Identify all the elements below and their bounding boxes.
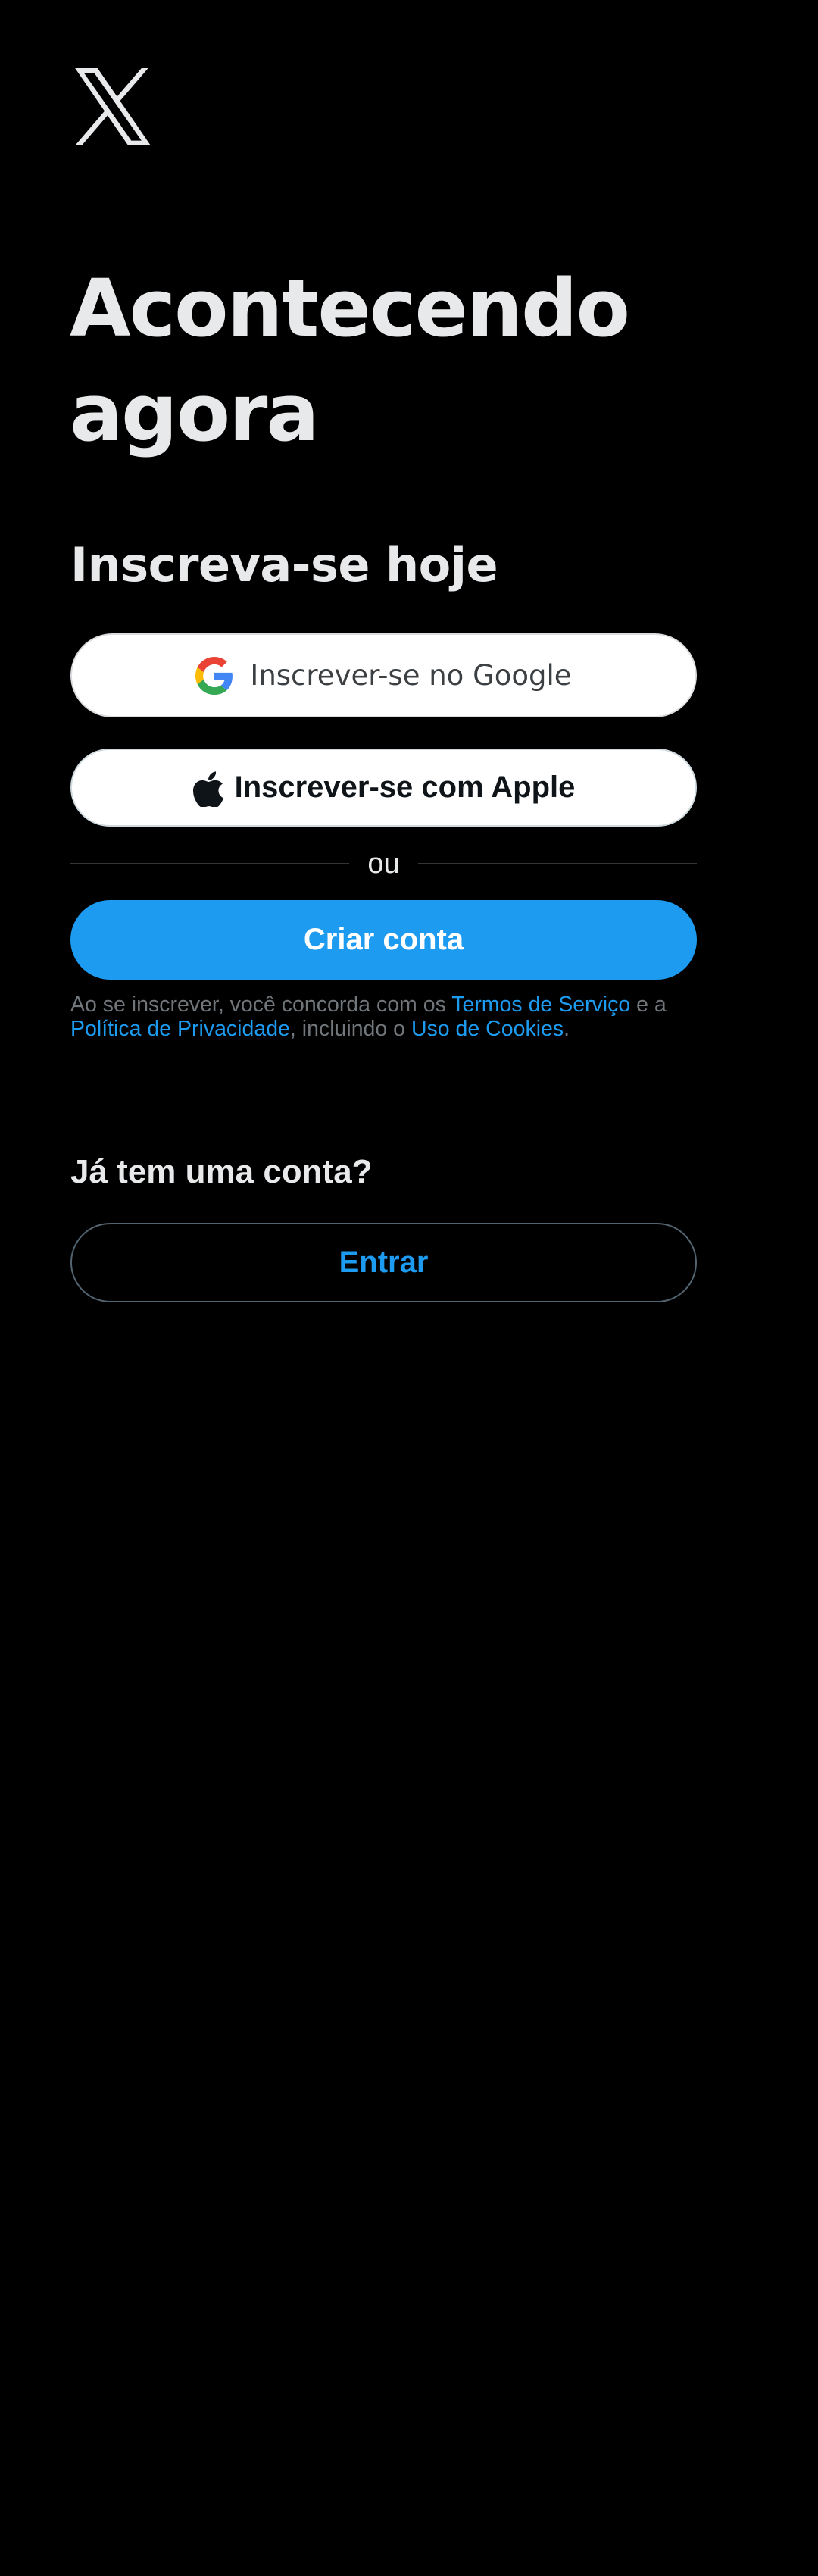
terms-suffix: . (564, 1017, 570, 1041)
divider-line-left (70, 863, 350, 864)
google-signup-label: Inscrever-se no Google (250, 659, 572, 692)
terms-prefix: Ao se inscrever, você concorda com os (70, 993, 452, 1017)
apple-signup-label: Inscrever-se com Apple (234, 771, 576, 804)
google-signup-button[interactable]: Inscrever-se no Google (70, 633, 697, 717)
divider-line-right (417, 863, 697, 864)
terms-notice: Ao se inscrever, você concorda com os Te… (70, 993, 699, 1041)
x-logo-icon (71, 68, 155, 145)
terms-middle: e a (630, 993, 667, 1017)
privacy-policy-link[interactable]: Política de Privacidade (70, 1017, 290, 1041)
create-account-button[interactable]: Criar conta (70, 900, 697, 980)
create-account-label: Criar conta (303, 923, 464, 956)
divider-label: ou (367, 847, 400, 880)
page-headline: Acontecendo agora (70, 262, 630, 459)
apple-icon (192, 769, 224, 807)
apple-signup-button[interactable]: Inscrever-se com Apple (70, 749, 697, 827)
login-button[interactable]: Entrar (70, 1223, 697, 1302)
terms-of-service-link[interactable]: Termos de Serviço (451, 993, 630, 1017)
cookie-use-link[interactable]: Uso de Cookies (411, 1017, 564, 1041)
terms-middle2: , incluindo o (289, 1017, 411, 1041)
have-account-heading: Já tem uma conta? (70, 1153, 373, 1190)
signup-heading: Inscreva-se hoje (70, 537, 498, 592)
or-divider: ou (70, 841, 697, 886)
google-icon (195, 656, 233, 695)
login-label: Entrar (339, 1246, 429, 1279)
